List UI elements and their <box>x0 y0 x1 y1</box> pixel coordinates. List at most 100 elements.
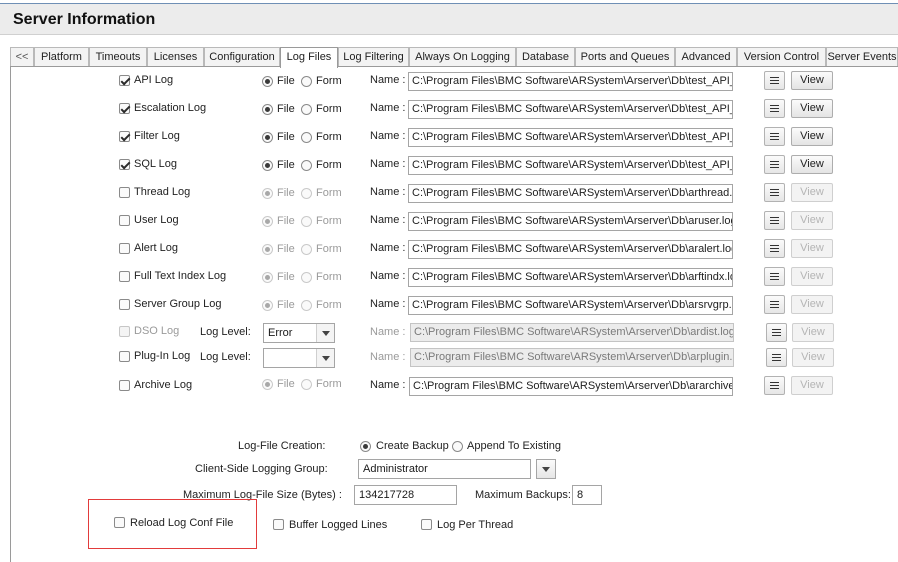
create-backup-radio[interactable] <box>360 441 371 452</box>
log-form-radio[interactable] <box>301 300 312 311</box>
tab-scroll-left[interactable]: << <box>10 47 34 67</box>
log-file-radio[interactable] <box>262 76 273 87</box>
buffer-logged-lines-label: Buffer Logged Lines <box>289 519 388 531</box>
max-backups-field[interactable]: 8 <box>572 485 602 505</box>
archive-log-name-label: Name : <box>370 379 406 391</box>
tab-always-on-logging[interactable]: Always On Logging <box>409 47 516 67</box>
buffer-logged-lines-checkbox[interactable] <box>273 519 284 530</box>
log-form-radio[interactable] <box>301 216 312 227</box>
tab-log-files[interactable]: Log Files <box>280 47 338 68</box>
log-enable-checkbox[interactable] <box>119 299 130 310</box>
log-path-field[interactable]: C:\Program Files\BMC Software\ARSystem\A… <box>408 268 733 287</box>
archive-log-file-radio[interactable] <box>262 379 273 390</box>
log-menu-button[interactable] <box>764 183 785 202</box>
archive-log-path-field[interactable]: C:\Program Files\BMC Software\ARSystem\A… <box>409 377 733 396</box>
log-view-button[interactable]: View <box>791 267 833 286</box>
log-form-radio[interactable] <box>301 76 312 87</box>
log-menu-button[interactable] <box>764 127 785 146</box>
tab-licenses[interactable]: Licenses <box>147 47 204 67</box>
highlight-box <box>88 499 257 549</box>
append-to-existing-radio[interactable] <box>452 441 463 452</box>
log-menu-button[interactable] <box>764 99 785 118</box>
plugin-log-level-select[interactable] <box>263 348 335 368</box>
tab-version-control[interactable]: Version Control <box>737 47 826 67</box>
create-backup-label: Create Backup <box>376 440 449 452</box>
log-view-button[interactable]: View <box>791 183 833 202</box>
log-file-radio[interactable] <box>262 216 273 227</box>
log-form-radio[interactable] <box>301 244 312 255</box>
log-view-button[interactable]: View <box>791 71 833 90</box>
log-file-radio[interactable] <box>262 188 273 199</box>
log-view-button[interactable]: View <box>791 155 833 174</box>
log-path-field[interactable]: C:\Program Files\BMC Software\ARSystem\A… <box>408 156 733 175</box>
client-side-logging-group-dropdown[interactable] <box>536 459 556 479</box>
log-file-radio[interactable] <box>262 132 273 143</box>
dso-log-view-button[interactable]: View <box>792 323 834 342</box>
dso-log-path-field[interactable]: C:\Program Files\BMC Software\ARSystem\A… <box>410 323 734 342</box>
log-name-label: Name : <box>370 74 406 86</box>
client-side-logging-group-field[interactable]: Administrator <box>358 459 531 479</box>
log-enable-checkbox[interactable] <box>119 187 130 198</box>
log-name-label: Name : <box>370 158 406 170</box>
tab-advanced[interactable]: Advanced <box>675 47 737 67</box>
tab-timeouts[interactable]: Timeouts <box>89 47 147 67</box>
tab-platform[interactable]: Platform <box>34 47 89 67</box>
log-enable-checkbox[interactable] <box>119 215 130 226</box>
tab-server-events[interactable]: Server Events <box>826 47 898 67</box>
log-form-label: Form <box>316 131 342 143</box>
tab-configuration[interactable]: Configuration <box>204 47 280 67</box>
archive-log-view-button[interactable]: View <box>791 376 833 395</box>
log-view-button[interactable]: View <box>791 211 833 230</box>
plugin-log-checkbox[interactable] <box>119 351 130 362</box>
log-view-button[interactable]: View <box>791 127 833 146</box>
log-form-radio[interactable] <box>301 160 312 171</box>
log-enable-checkbox[interactable] <box>119 103 130 114</box>
log-name-label: Name : <box>370 102 406 114</box>
log-path-field[interactable]: C:\Program Files\BMC Software\ARSystem\A… <box>408 240 733 259</box>
log-per-thread-checkbox[interactable] <box>421 519 432 530</box>
log-menu-button[interactable] <box>764 211 785 230</box>
archive-log-form-radio[interactable] <box>301 379 312 390</box>
log-view-button[interactable]: View <box>791 239 833 258</box>
dso-log-level-select[interactable]: Error <box>263 323 335 343</box>
tab-log-filtering[interactable]: Log Filtering <box>338 47 409 67</box>
log-file-radio[interactable] <box>262 244 273 255</box>
log-enable-checkbox[interactable] <box>119 159 130 170</box>
archive-log-menu-button[interactable] <box>764 376 785 395</box>
log-enable-checkbox[interactable] <box>119 75 130 86</box>
log-menu-button[interactable] <box>764 295 785 314</box>
log-enable-checkbox[interactable] <box>119 243 130 254</box>
log-menu-button[interactable] <box>764 71 785 90</box>
log-file-radio[interactable] <box>262 160 273 171</box>
log-form-radio[interactable] <box>301 272 312 283</box>
log-view-button[interactable]: View <box>791 99 833 118</box>
log-path-field[interactable]: C:\Program Files\BMC Software\ARSystem\A… <box>408 184 733 203</box>
log-path-field[interactable]: C:\Program Files\BMC Software\ARSystem\A… <box>408 128 733 147</box>
log-path-field[interactable]: C:\Program Files\BMC Software\ARSystem\A… <box>408 296 733 315</box>
log-form-radio[interactable] <box>301 188 312 199</box>
plugin-log-menu-button[interactable] <box>766 348 787 367</box>
archive-log-checkbox[interactable] <box>119 380 130 391</box>
log-path-field[interactable]: C:\Program Files\BMC Software\ARSystem\A… <box>408 100 733 119</box>
log-form-radio[interactable] <box>301 104 312 115</box>
plugin-log-view-button[interactable]: View <box>792 348 834 367</box>
tab-database[interactable]: Database <box>516 47 575 67</box>
dso-log-checkbox[interactable] <box>119 326 130 337</box>
log-path-field[interactable]: C:\Program Files\BMC Software\ARSystem\A… <box>408 72 733 91</box>
tab-ports-and-queues[interactable]: Ports and Queues <box>575 47 675 67</box>
log-path-field[interactable]: C:\Program Files\BMC Software\ARSystem\A… <box>408 212 733 231</box>
log-menu-button[interactable] <box>764 155 785 174</box>
dso-log-menu-button[interactable] <box>766 323 787 342</box>
log-menu-button[interactable] <box>764 267 785 286</box>
log-form-radio[interactable] <box>301 132 312 143</box>
log-enable-checkbox[interactable] <box>119 271 130 282</box>
menu-icon <box>770 77 779 84</box>
log-file-radio[interactable] <box>262 300 273 311</box>
log-view-button[interactable]: View <box>791 295 833 314</box>
log-file-radio[interactable] <box>262 272 273 283</box>
max-log-file-size-field[interactable]: 134217728 <box>354 485 457 505</box>
log-enable-checkbox[interactable] <box>119 131 130 142</box>
plugin-log-path-field[interactable]: C:\Program Files\BMC Software\ARSystem\A… <box>410 348 734 367</box>
log-menu-button[interactable] <box>764 239 785 258</box>
log-file-radio[interactable] <box>262 104 273 115</box>
